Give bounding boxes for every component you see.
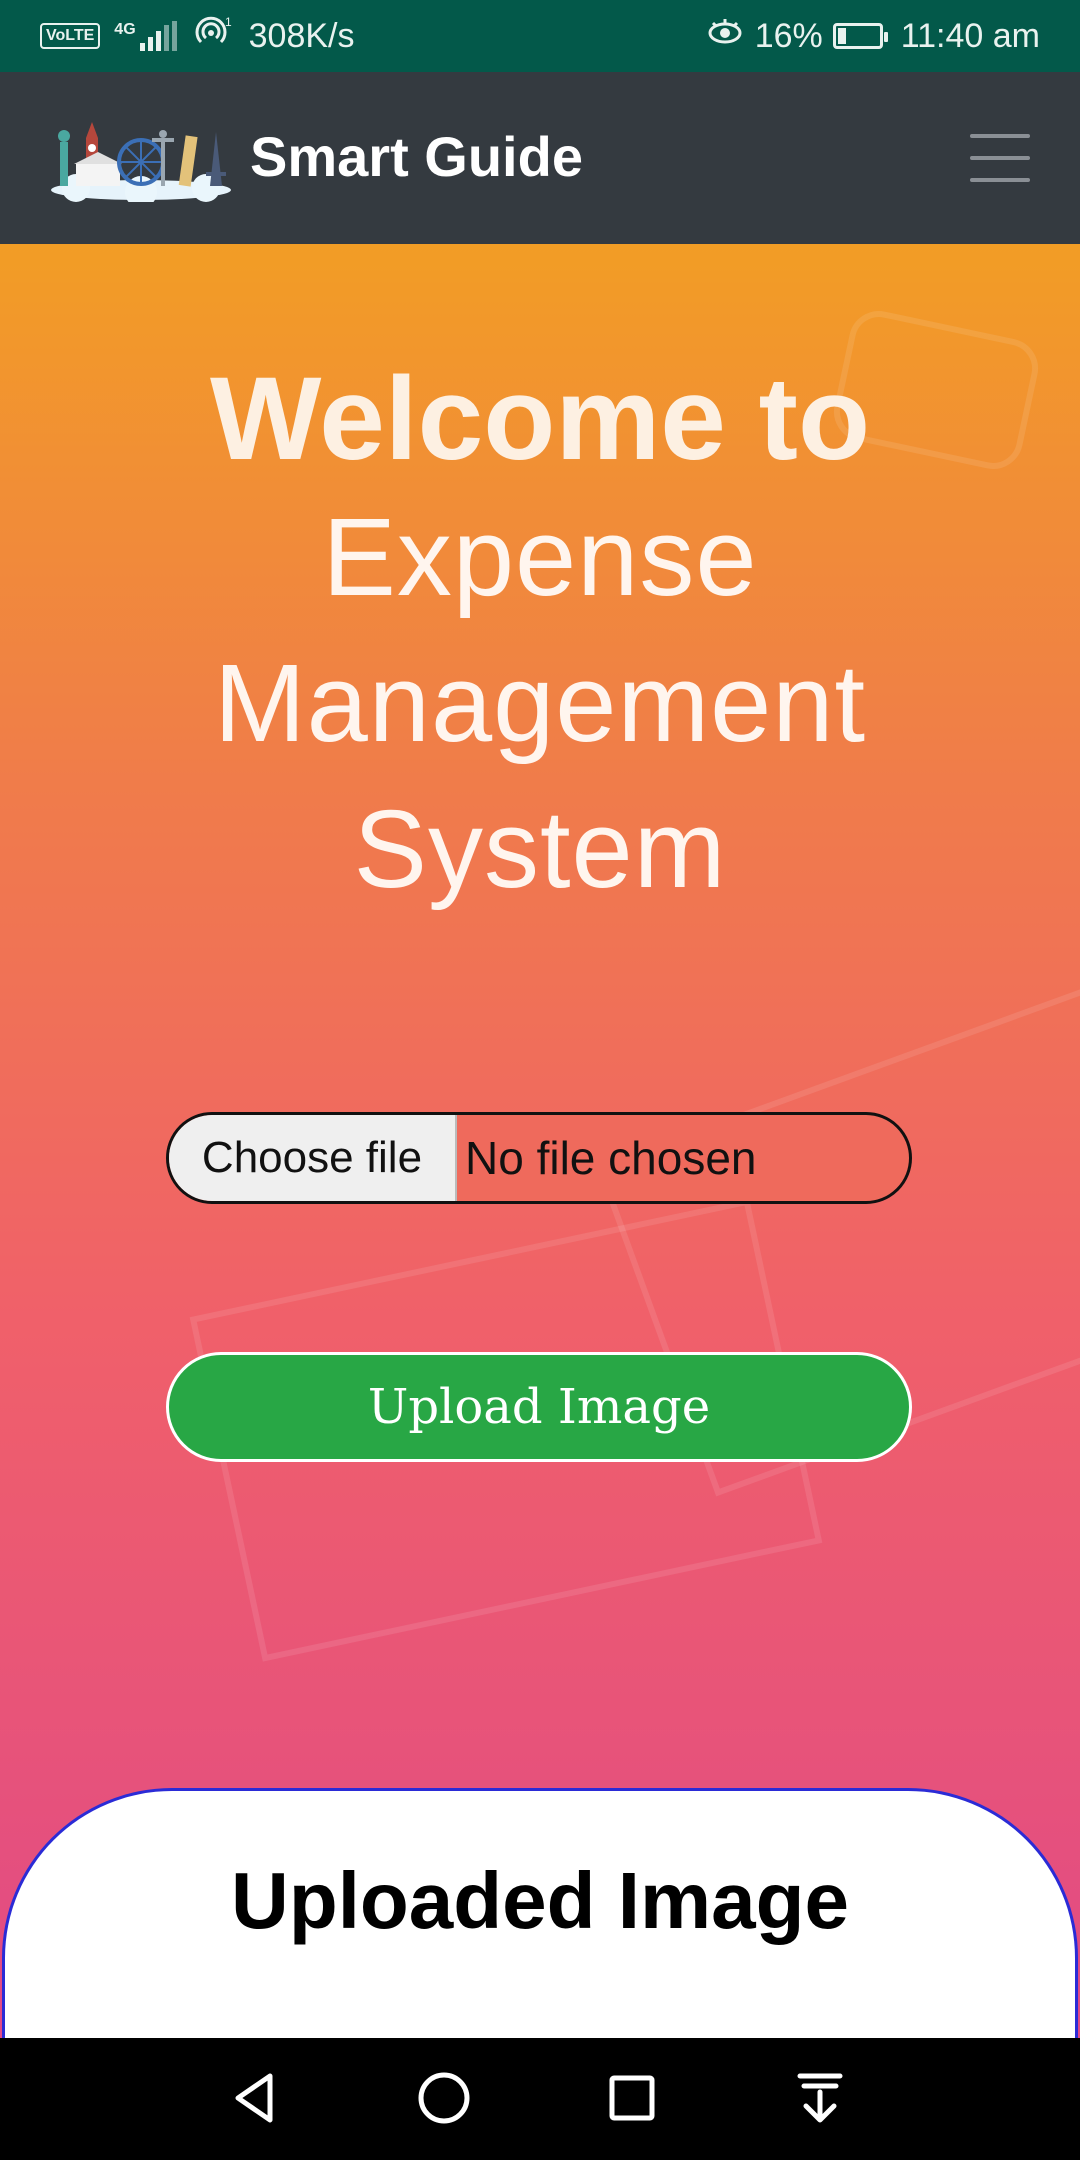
file-status-text: No file chosen [465,1132,757,1184]
title-line-expense: Expense [322,496,758,619]
back-icon[interactable] [226,2068,286,2128]
status-left: VoLTE 4G 1 308K/s [40,0,355,72]
welcome-heading: Welcome to [209,353,871,485]
svg-text:1: 1 [225,15,232,29]
hotspot-icon: 1 [191,14,235,59]
title-line-system: System [353,788,727,911]
home-icon[interactable] [414,2068,474,2128]
app-bar: Smart Guide [0,72,1080,244]
choose-file-button[interactable]: Choose file [169,1115,457,1201]
title-line-management: Management [213,642,867,765]
upload-image-button[interactable]: Upload Image [166,1352,912,1462]
world-landmarks-logo-icon [46,112,236,208]
recents-icon[interactable] [602,2068,662,2128]
volte-icon: VoLTE [40,23,101,49]
notifications-pull-icon[interactable] [790,2068,850,2128]
eye-comfort-icon [705,17,745,56]
uploaded-image-heading: Uploaded Image [231,1856,849,1945]
hamburger-menu-icon[interactable] [970,134,1030,182]
app-title[interactable]: Smart Guide [250,122,583,192]
network-type: 4G [114,21,136,38]
clock: 11:40 am [900,16,1040,55]
battery-percent: 16% [754,16,823,55]
battery-charging-icon [832,23,888,49]
status-right: 16% 11:40 am [705,0,1040,72]
hero-section: Welcome to Expense Management System Cho… [0,244,1080,2038]
system-nav-bar [0,2038,1080,2160]
file-input[interactable]: Choose file No file chosen [166,1112,912,1204]
network-speed: 308K/s [248,16,355,55]
signal-icon: 4G [114,21,177,51]
uploaded-image-card: Uploaded Image [2,1788,1078,2038]
status-bar: VoLTE 4G 1 308K/s 16% 11:40 am [0,0,1080,72]
